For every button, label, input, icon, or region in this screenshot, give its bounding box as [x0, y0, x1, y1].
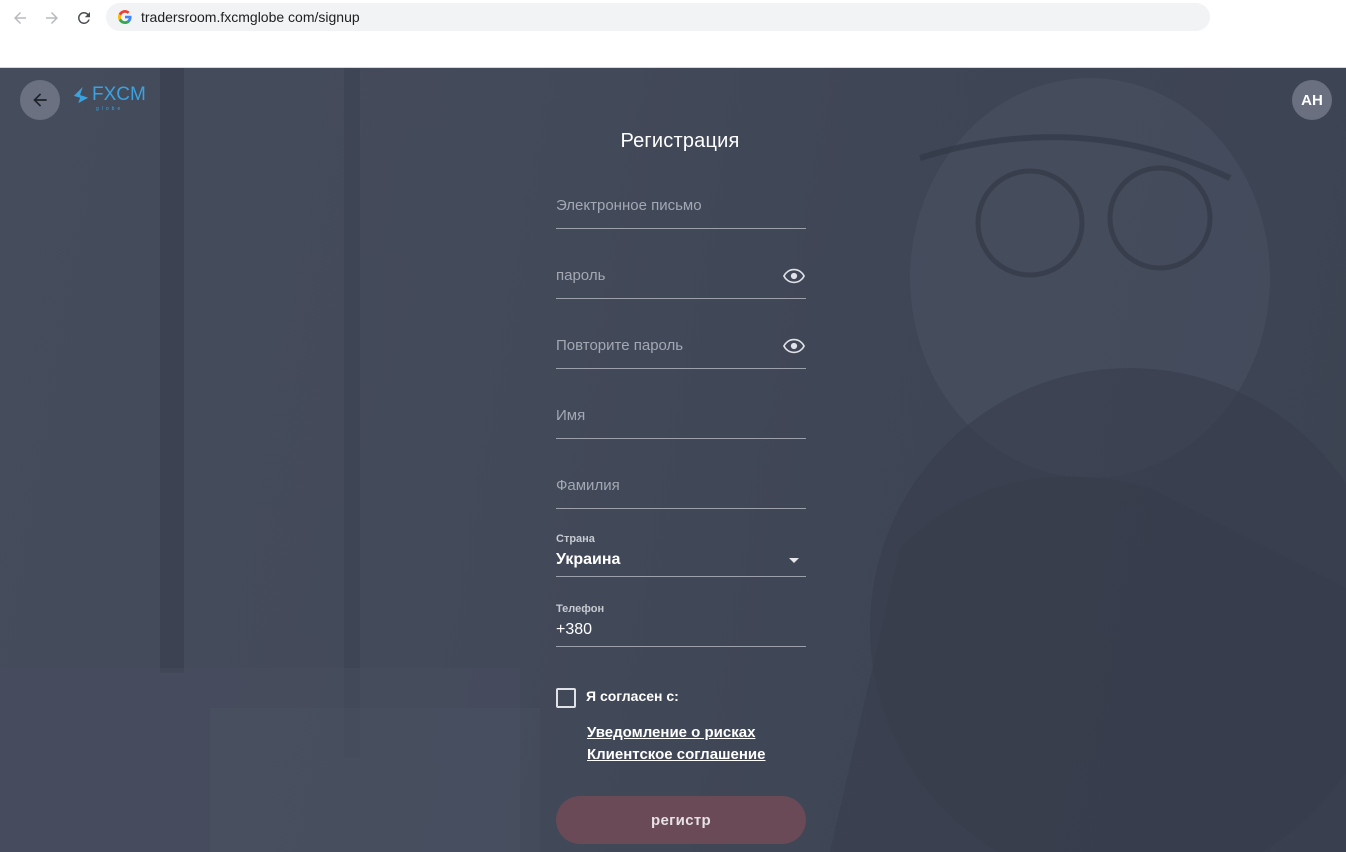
reload-icon — [77, 11, 90, 24]
eye-icon[interactable] — [783, 338, 805, 354]
risk-notice-link[interactable]: Уведомление о рисках — [587, 724, 755, 741]
client-agreement-link[interactable]: Клиентское соглашение — [587, 746, 766, 763]
logo-text: FXCM — [92, 84, 146, 105]
last-name-field[interactable]: Фамилия — [556, 468, 806, 509]
arrow-left-icon — [14, 12, 26, 24]
google-icon — [117, 9, 133, 25]
back-button[interactable] — [20, 80, 60, 120]
agree-checkbox[interactable] — [556, 688, 576, 708]
first-name-field[interactable]: Имя — [556, 398, 806, 439]
chevron-down-icon[interactable] — [789, 558, 799, 563]
url-text[interactable]: tradersroom.fxcmglobe com/signup — [141, 9, 360, 25]
eye-icon[interactable] — [783, 268, 805, 284]
bird-logo-icon — [73, 86, 89, 104]
browser-toolbar: tradersroom.fxcmglobe com/signup — [0, 0, 1346, 68]
address-bar[interactable]: tradersroom.fxcmglobe com/signup — [106, 3, 1210, 31]
arrow-left-icon — [33, 93, 47, 107]
signup-page: FXCM globe AH Регистрация Электронное пи… — [0, 68, 1346, 852]
email-placeholder: Электронное письмо — [556, 197, 702, 214]
agree-label: Я согласен с: — [586, 688, 679, 704]
phone-value[interactable]: +380 — [556, 621, 592, 639]
browser-reload-button[interactable] — [72, 6, 96, 30]
browser-back-button[interactable] — [8, 6, 32, 30]
avatar[interactable]: AH — [1292, 80, 1332, 120]
country-value: Украина — [556, 551, 621, 568]
phone-label: Телефон — [556, 603, 605, 615]
first-name-placeholder: Имя — [556, 407, 586, 424]
repeat-password-field[interactable]: Повторите пароль — [556, 328, 806, 369]
phone-field[interactable]: Телефон +380 — [556, 603, 806, 647]
page-title: Регистрация — [620, 130, 740, 152]
browser-forward-button[interactable] — [40, 6, 64, 30]
logo-subtext: globe — [96, 106, 124, 112]
last-name-placeholder: Фамилия — [556, 477, 620, 494]
register-button[interactable]: регистр — [556, 796, 806, 844]
repeat-password-placeholder: Повторите пароль — [556, 337, 684, 354]
country-label: Страна — [556, 533, 595, 545]
fxcm-logo[interactable]: FXCM globe — [72, 85, 148, 115]
password-field[interactable]: пароль — [556, 258, 806, 299]
country-select[interactable]: Страна Украина — [556, 533, 806, 577]
email-field[interactable]: Электронное письмо — [556, 188, 806, 229]
password-placeholder: пароль — [556, 267, 606, 284]
arrow-right-icon — [46, 12, 58, 24]
